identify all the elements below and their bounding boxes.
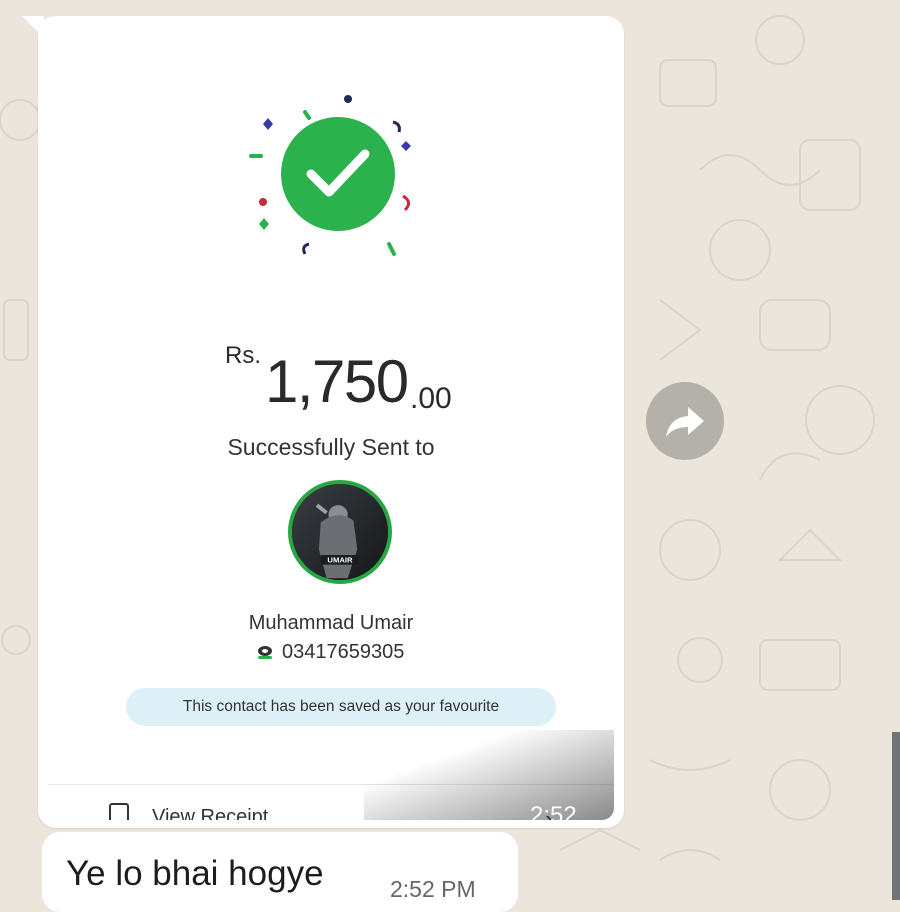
forward-button[interactable]	[646, 382, 724, 460]
view-receipt-button[interactable]: View Receipt	[108, 802, 268, 820]
receipt-icon	[109, 803, 129, 820]
divider	[48, 784, 614, 785]
favourite-note: This contact has been saved as your favo…	[126, 688, 556, 726]
message-text: Ye lo bhai hogye	[66, 854, 324, 893]
view-receipt-label: View Receipt	[152, 805, 269, 821]
recipient-phone-number: 03417659305	[282, 641, 405, 663]
wallet-icon	[258, 645, 272, 659]
text-message-bubble[interactable]: Ye lo bhai hogye 2:52 PM	[42, 832, 518, 912]
amount-decimal: .00	[410, 382, 452, 415]
avatar-watermark: UMAIR	[327, 556, 353, 565]
payment-screenshot[interactable]: Rs. 1,750 .00 Successfully Sent to UMAIR	[48, 24, 614, 820]
amount-value: 1,750	[265, 348, 409, 415]
recipient-phone: 03417659305	[256, 641, 404, 664]
status-label: Successfully Sent to	[227, 434, 435, 460]
scrollbar[interactable]	[892, 732, 900, 900]
avatar: UMAIR	[288, 480, 392, 584]
message-timestamp: 2:52 PM	[390, 876, 476, 902]
forward-icon	[666, 407, 704, 437]
image-message-bubble[interactable]: Rs. 1,750 .00 Successfully Sent to UMAIR	[38, 16, 624, 828]
recipient-name: Muhammad Umair	[248, 612, 414, 634]
check-circle-icon	[249, 95, 411, 256]
message-timestamp: 2:52 PM	[530, 802, 577, 820]
currency-label: Rs.	[225, 342, 261, 369]
